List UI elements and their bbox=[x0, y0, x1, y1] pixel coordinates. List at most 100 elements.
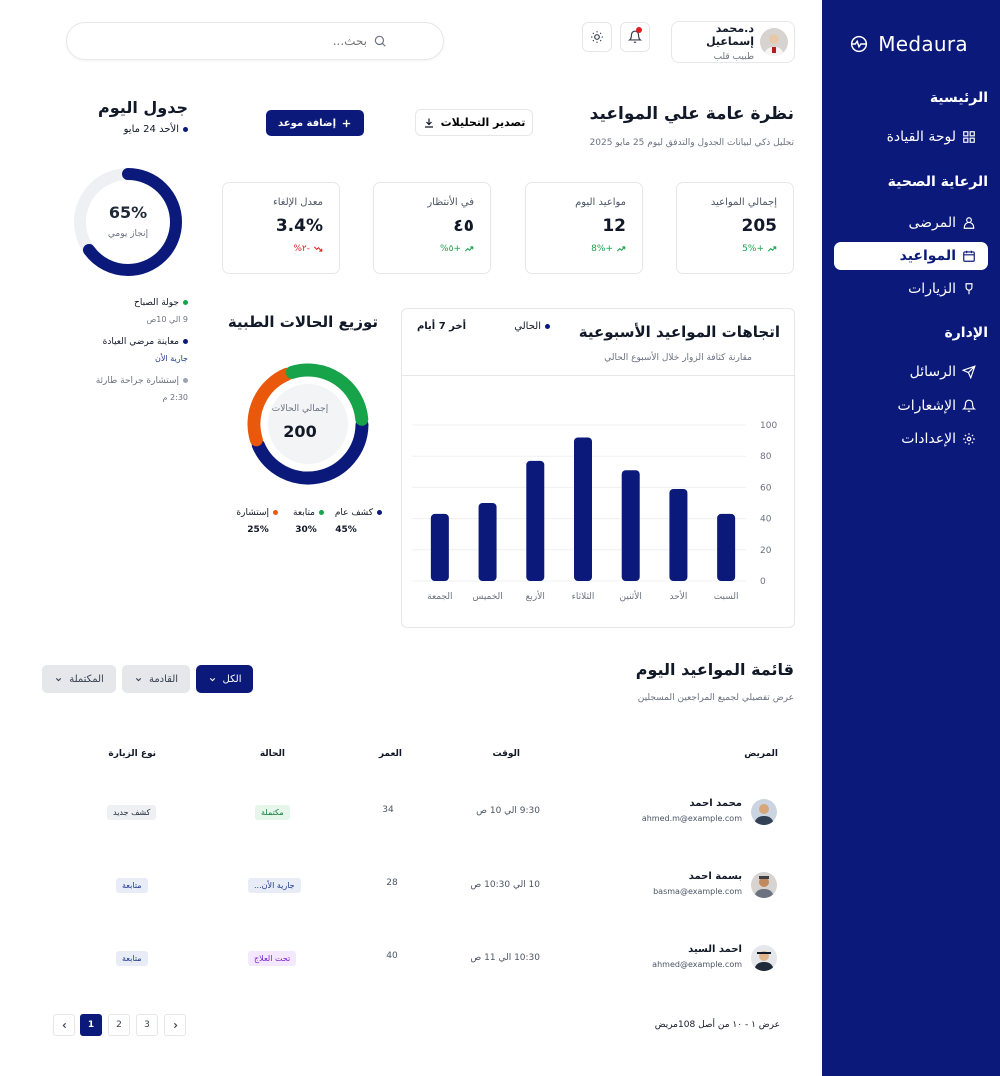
sidebar-item-label: لوحة القيادة bbox=[886, 129, 956, 145]
sidebar-item-notifications[interactable]: الإشعارات bbox=[834, 392, 988, 420]
calendar-icon bbox=[963, 250, 975, 262]
chevron-down-icon bbox=[56, 677, 62, 681]
search-bar[interactable] bbox=[66, 22, 444, 60]
search-input[interactable] bbox=[67, 34, 367, 48]
stat-card-today: مواعيد اليوم 12 +8% bbox=[525, 182, 643, 274]
sidebar-item-messages[interactable]: الرسائل bbox=[834, 358, 988, 386]
export-analytics-button[interactable]: تصدير التحليلات bbox=[415, 109, 533, 136]
page-2-button[interactable]: 2 bbox=[108, 1014, 130, 1036]
filter-label: القادمة bbox=[148, 673, 179, 685]
schedule-item-title: جولة الصباح bbox=[134, 298, 179, 308]
trend-up-icon bbox=[616, 246, 626, 252]
next-page-button[interactable] bbox=[53, 1014, 75, 1036]
appointments-subtitle: عرض تفصيلي لجميع المراجعين المسجلين bbox=[637, 693, 794, 703]
bar[interactable] bbox=[717, 513, 736, 581]
filter-label: الكل bbox=[222, 673, 242, 685]
stat-label: معدل الإلغاء bbox=[273, 197, 323, 208]
theme-toggle-button[interactable] bbox=[582, 22, 612, 52]
sidebar-item-visits[interactable]: الزيارات bbox=[834, 275, 988, 303]
stat-change-value: +5% bbox=[742, 244, 764, 254]
table-row[interactable]: محمد احمد ahmed.m@example.com bbox=[642, 798, 742, 823]
chart-divider bbox=[402, 375, 794, 376]
filter-completed[interactable]: المكتملة bbox=[42, 665, 116, 693]
column-header-age: العمر bbox=[378, 749, 402, 759]
stat-label: في الأنتظار bbox=[427, 197, 474, 208]
bar[interactable] bbox=[430, 513, 449, 581]
page-3-button[interactable]: 3 bbox=[136, 1014, 158, 1036]
sidebar-item-settings[interactable]: الإعدادات bbox=[834, 425, 988, 453]
table-row[interactable]: بسمة احمد basma@example.com bbox=[653, 871, 742, 896]
stat-label: إجمالي المواعيد bbox=[710, 197, 777, 208]
chevron-left-icon bbox=[62, 1022, 66, 1028]
stat-label: مواعيد اليوم bbox=[575, 197, 626, 208]
bar[interactable] bbox=[669, 488, 688, 581]
y-tick-label: 100 bbox=[760, 421, 777, 431]
patient-name: احمد السيد bbox=[688, 944, 742, 955]
bar[interactable] bbox=[621, 470, 640, 581]
legend-percent: 30% bbox=[295, 525, 317, 535]
stat-change: +٥% bbox=[390, 244, 474, 254]
legend-consult: إستشارة bbox=[226, 508, 278, 518]
weekly-trends-card: اتجاهات المواعيد الأسبوعية مقارنة كثافة … bbox=[401, 308, 795, 628]
chart-period-select[interactable]: أخر 7 أيام bbox=[408, 321, 466, 332]
column-header-patient: المريض bbox=[744, 749, 778, 759]
page-subtitle: تحليل ذكي لبيانات الجدول والتدفق ليوم 25… bbox=[589, 138, 794, 148]
sun-icon bbox=[591, 31, 603, 43]
schedule-item: إستشارة جراحة طارئة bbox=[60, 376, 188, 386]
weekly-bar-chart: 0 20 40 60 80 100 السبت الأحد الأثنين الثلاثاء الأ… bbox=[412, 421, 777, 602]
nav-section-main: الرئيسية bbox=[929, 90, 988, 106]
user-name: د.محمد إسماعيل bbox=[706, 22, 754, 48]
pagination-info: عرض ١ - ١٠ من أصل 108مريض bbox=[654, 1020, 780, 1030]
nav-section-admin: الإدارة bbox=[944, 325, 988, 341]
filter-upcoming[interactable]: القادمة bbox=[122, 665, 190, 693]
chart-subtitle: مقارنة كثافة الزوار خلال الأسبوع الحالي bbox=[604, 353, 752, 363]
table-row[interactable]: احمد السيد ahmed@example.com bbox=[652, 944, 742, 969]
status-badge: تحت العلاج bbox=[248, 951, 297, 966]
status-badge: مكتملة bbox=[255, 805, 290, 820]
progress-label: إنجاز يومي bbox=[107, 229, 149, 239]
visit-type-badge: متابعة bbox=[116, 878, 148, 893]
stat-change-value: +8% bbox=[591, 244, 613, 254]
x-tick-label: الخميس bbox=[472, 592, 502, 602]
user-role: طبيب قلب bbox=[713, 52, 754, 62]
page-1-button[interactable]: 1 bbox=[80, 1014, 102, 1036]
patient-age: 34 bbox=[382, 805, 394, 815]
sidebar-item-label: المواعيد bbox=[899, 248, 956, 264]
stat-card-waiting: في الأنتظار ٤٥ +٥% bbox=[373, 182, 491, 274]
avatar bbox=[760, 28, 788, 56]
x-tick-label: الثلاثاء bbox=[572, 592, 595, 602]
trend-up-icon bbox=[767, 246, 777, 252]
add-appointment-button[interactable]: إضافة موعد bbox=[266, 110, 364, 136]
patient-email: ahmed.m@example.com bbox=[641, 814, 742, 823]
sidebar-item-appointments[interactable]: المواعيد bbox=[834, 242, 988, 270]
y-tick-label: 40 bbox=[760, 515, 772, 525]
schedule-item: جولة الصباح bbox=[60, 298, 188, 308]
chevron-down-icon bbox=[135, 677, 142, 681]
filter-all[interactable]: الكل bbox=[196, 665, 253, 693]
prev-page-button[interactable] bbox=[164, 1014, 186, 1036]
chevron-down-icon bbox=[209, 677, 215, 681]
bar[interactable] bbox=[478, 503, 497, 581]
legend-label: إستشارة bbox=[236, 508, 269, 518]
notifications-button[interactable] bbox=[620, 22, 650, 52]
user-profile[interactable]: د.محمد إسماعيل طبيب قلب bbox=[671, 21, 795, 63]
bar[interactable] bbox=[526, 460, 545, 581]
donut-center-label: إجمالي الحالات bbox=[271, 404, 329, 414]
schedule-item-time: 9 الي 10ص bbox=[146, 315, 188, 324]
patient-avatar bbox=[751, 945, 777, 971]
nav-section-healthcare: الرعاية الصحية bbox=[887, 174, 988, 190]
user-meta: د.محمد إسماعيل طبيب قلب bbox=[678, 22, 754, 62]
patient-name: بسمة احمد bbox=[688, 871, 742, 882]
sidebar-item-dashboard[interactable]: لوحة القيادة bbox=[834, 123, 988, 151]
y-tick-label: 0 bbox=[760, 577, 766, 587]
plus-icon bbox=[342, 119, 351, 127]
stat-value: ٤٥ bbox=[453, 216, 474, 236]
bar[interactable] bbox=[574, 437, 592, 581]
stat-change-value: +٥% bbox=[440, 244, 461, 254]
sidebar-item-patients[interactable]: المرضى bbox=[834, 209, 988, 237]
schedule-item-time: جارية الأن bbox=[155, 354, 188, 363]
x-tick-label: الجمعة bbox=[427, 592, 452, 602]
column-header-type: نوع الزيارة bbox=[108, 749, 156, 759]
visit-type-badge: كشف جديد bbox=[107, 805, 157, 820]
brand-logo[interactable]: Medaura bbox=[848, 32, 968, 56]
